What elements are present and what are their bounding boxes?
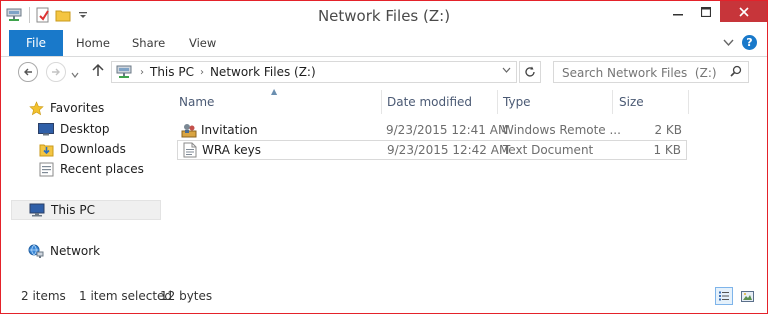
close-button[interactable] [720, 1, 767, 22]
column-divider[interactable] [612, 90, 613, 114]
explorer-window: Network Files (Z:) File Home Share View … [0, 0, 768, 314]
desktop-icon [37, 121, 55, 137]
nav-downloads-label: Downloads [60, 142, 126, 156]
nav-network[interactable]: Network [27, 241, 100, 261]
navigation-bar: › This PC › Network Files (Z:) [1, 57, 767, 87]
nav-network-label: Network [50, 244, 101, 258]
nav-desktop-label: Desktop [60, 122, 110, 136]
nav-this-pc[interactable]: This PC [11, 200, 161, 220]
expand-ribbon-icon[interactable] [723, 36, 734, 50]
status-selected: 1 item selected [79, 289, 173, 303]
file-name-cell: Invitation [181, 122, 258, 138]
nav-recent-label: Recent places [60, 162, 144, 176]
address-bar[interactable]: › This PC › Network Files (Z:) [111, 61, 517, 83]
nav-downloads[interactable]: Downloads [37, 139, 126, 159]
file-size: 1 KB [653, 143, 681, 157]
column-divider[interactable] [497, 90, 498, 114]
up-arrow-icon[interactable] [92, 63, 104, 81]
tab-share[interactable]: Share [132, 36, 165, 50]
ribbon-controls: ? [723, 35, 757, 50]
maximize-button[interactable] [692, 1, 720, 22]
nav-favorites[interactable]: Favorites [27, 98, 104, 118]
title-bar: Network Files (Z:) [1, 1, 767, 30]
network-drive-icon [116, 65, 134, 79]
column-header-date[interactable]: Date modified [387, 95, 472, 109]
tab-view[interactable]: View [189, 36, 216, 50]
window-controls [664, 1, 767, 22]
star-icon [27, 100, 45, 116]
refresh-button[interactable] [519, 61, 541, 83]
column-header-name[interactable]: Name [179, 95, 214, 109]
help-icon[interactable]: ? [742, 35, 757, 50]
status-item-count: 2 items [21, 289, 66, 303]
back-button[interactable] [18, 62, 38, 82]
table-row[interactable]: Invitation 9/23/2015 12:41 AM Windows Re… [177, 120, 687, 140]
chevron-right-icon[interactable]: › [200, 67, 204, 78]
ribbon-tabs: File Home Share View ? [1, 30, 767, 57]
search-input[interactable] [560, 63, 724, 83]
table-row[interactable]: WRA keys 9/23/2015 12:42 AM Text Documen… [177, 140, 687, 160]
chevron-right-icon[interactable]: › [140, 67, 144, 78]
downloads-icon [37, 141, 55, 157]
recent-locations-icon[interactable] [71, 67, 79, 81]
sort-ascending-icon: ▲ [271, 87, 278, 96]
remote-assistance-icon [181, 122, 197, 138]
forward-button[interactable] [46, 62, 66, 82]
column-divider[interactable] [381, 90, 382, 114]
navigation-pane: Favorites Desktop Downloads Recent place… [1, 87, 163, 281]
nav-this-pc-label: This PC [51, 203, 95, 217]
nav-desktop[interactable]: Desktop [37, 119, 110, 139]
breadcrumb-this-pc[interactable]: This PC [150, 65, 194, 79]
file-list: ▲ Name Date modified Type Size Invitatio… [163, 87, 767, 281]
recent-places-icon [37, 161, 55, 177]
file-name: Invitation [201, 123, 258, 137]
window-title: Network Files (Z:) [317, 7, 451, 25]
nav-favorites-label: Favorites [50, 101, 105, 115]
column-divider[interactable] [688, 90, 689, 114]
breadcrumb-network-files[interactable]: Network Files (Z:) [210, 65, 316, 79]
status-size: 12 bytes [160, 289, 213, 303]
file-type: Windows Remote ... [502, 123, 621, 137]
status-bar: 2 items 1 item selected 12 bytes [1, 281, 767, 313]
file-type: Text Document [503, 143, 594, 157]
computer-icon [28, 202, 46, 218]
file-size: 2 KB [654, 123, 682, 137]
minimize-button[interactable] [664, 1, 692, 22]
file-name: WRA keys [202, 143, 261, 157]
tab-home[interactable]: Home [76, 36, 110, 50]
file-name-cell: WRA keys [182, 142, 261, 158]
chevron-down-icon[interactable] [502, 65, 511, 76]
large-icons-view-icon[interactable] [738, 287, 756, 305]
network-icon [27, 243, 45, 259]
search-box[interactable] [553, 61, 749, 83]
search-icon[interactable] [730, 65, 742, 80]
nav-recent-places[interactable]: Recent places [37, 159, 144, 179]
column-header-type[interactable]: Type [503, 95, 531, 109]
file-date: 9/23/2015 12:41 AM [386, 123, 509, 137]
file-date: 9/23/2015 12:42 AM [387, 143, 510, 157]
column-header-size[interactable]: Size [619, 95, 644, 109]
tab-file[interactable]: File [9, 30, 63, 56]
details-view-icon[interactable] [715, 287, 733, 305]
text-document-icon [182, 142, 198, 158]
